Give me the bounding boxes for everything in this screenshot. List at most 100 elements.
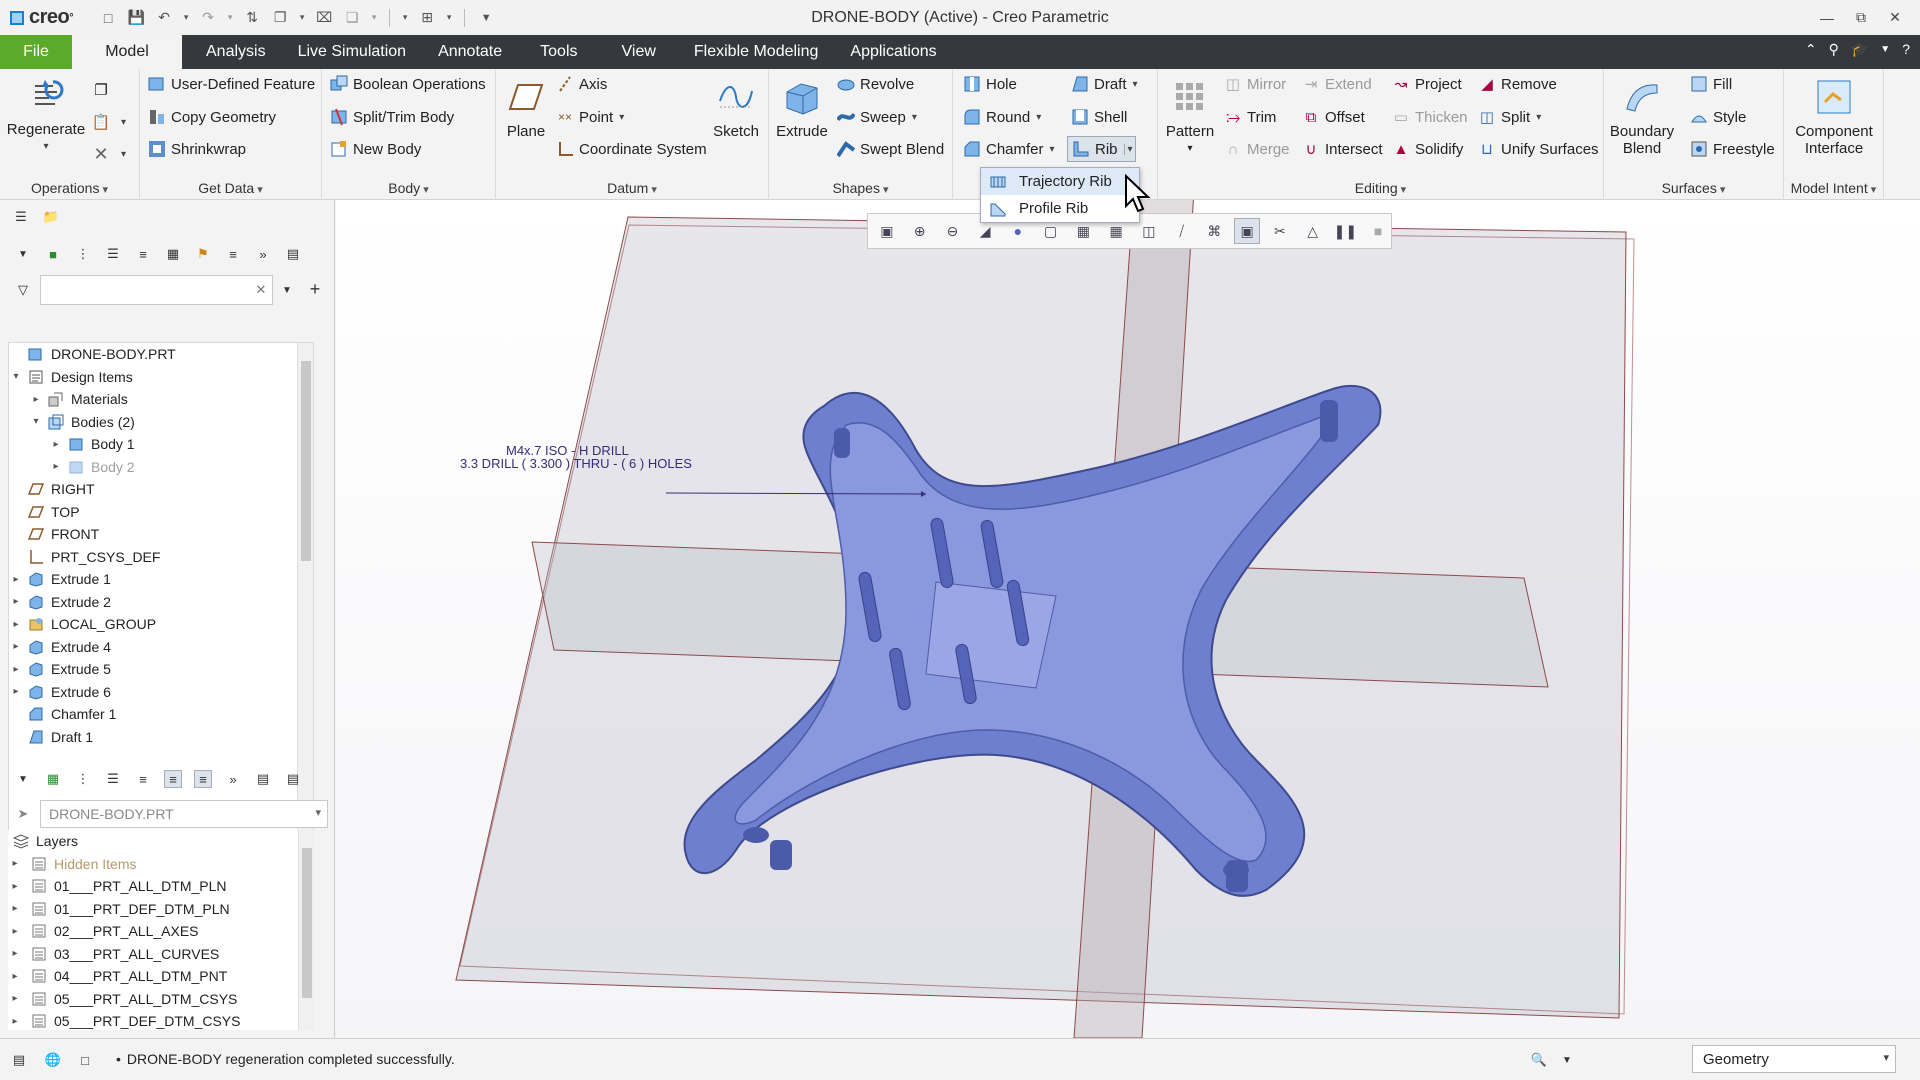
tree-item[interactable]: ▸ Extrude 6 (9, 681, 313, 704)
pause-icon[interactable]: ❚❚ (1333, 218, 1359, 244)
tab-analysis[interactable]: Analysis (182, 35, 282, 69)
copy-geometry-button[interactable]: Copy Geometry (148, 104, 276, 130)
datum-group-label[interactable]: Datum (496, 180, 768, 196)
layer-pane-icon[interactable]: ▤ (284, 770, 302, 788)
zoom-out-icon[interactable]: ⊖ (940, 218, 966, 244)
tree-item[interactable]: TOP (9, 501, 313, 524)
graphics-window[interactable]: M4x.7 ISO - H DRILL 3.3 DRILL ( 3.300 ) … (336, 200, 1920, 1038)
tree-item[interactable]: ▸ Extrude 1 (9, 568, 313, 591)
expand-arrow-icon[interactable]: ▸ (9, 664, 23, 675)
operations-group-label[interactable]: Operations (0, 180, 139, 196)
round-dropdown-icon[interactable]: ▾ (1036, 112, 1041, 123)
layer-show-icon[interactable]: ≡ (164, 770, 182, 788)
expand-arrow-icon[interactable]: ▸ (8, 948, 22, 959)
tree-item[interactable]: RIGHT (9, 478, 313, 501)
extrude-button[interactable]: Extrude (773, 77, 831, 140)
layer-item[interactable]: ▸ 03___PRT_ALL_CURVES (8, 943, 314, 966)
expand-arrow-icon[interactable]: ▸ (9, 574, 23, 585)
editing-group-label[interactable]: Editing (1158, 180, 1603, 196)
rib-button[interactable]: Rib ▾ (1067, 136, 1136, 162)
search-icon[interactable]: ⚲ (1829, 41, 1839, 58)
expand-arrow-icon[interactable]: ▸ (8, 881, 22, 892)
hole-annotation[interactable]: M4x.7 ISO - H DRILL 3.3 DRILL ( 3.300 ) … (460, 444, 692, 470)
restore-icon[interactable]: ⧉ (1844, 0, 1878, 35)
close-icon[interactable]: ✕ (1878, 0, 1912, 35)
collapse-all-icon[interactable]: ≡ (134, 245, 152, 263)
draft-button[interactable]: Draft ▾ (1071, 71, 1138, 97)
tab-file[interactable]: File (0, 35, 72, 69)
split-dropdown-icon[interactable]: ▾ (1536, 112, 1541, 123)
layer-item[interactable]: ▸ 05___PRT_DEF_DTM_CSYS (8, 1010, 314, 1030)
tab-model[interactable]: Model (72, 35, 182, 69)
search-options-icon[interactable]: ▼ (278, 281, 296, 299)
tree-item[interactable]: PRT_CSYS_DEF (9, 546, 313, 569)
model-tree-tab-icon[interactable]: ☰ (12, 208, 30, 226)
expand-arrow-icon[interactable]: ▸ (8, 858, 22, 869)
show-navigator-icon[interactable]: ▤ (10, 1051, 28, 1069)
shell-button[interactable]: Shell (1071, 104, 1127, 130)
trim-button[interactable]: ⧴ Trim (1224, 104, 1277, 130)
overflow-icon[interactable]: » (224, 770, 242, 788)
get-data-group-label[interactable]: Get Data (140, 180, 321, 196)
component-interface-button[interactable]: Component Interface (1788, 77, 1880, 157)
tab-flexible-modeling[interactable]: Flexible Modeling (678, 35, 835, 69)
tree-item[interactable]: Chamfer 1 (9, 703, 313, 726)
windows-dropdown-icon[interactable]: ▾ (297, 7, 307, 29)
full-screen-icon[interactable]: □ (76, 1051, 94, 1069)
tab-applications[interactable]: Applications (834, 35, 952, 69)
layer-hide-icon[interactable]: ≡ (194, 770, 212, 788)
clear-search-icon[interactable]: ✕ (252, 281, 270, 299)
solidify-button[interactable]: ▲ Solidify (1392, 136, 1464, 162)
revolve-button[interactable]: Revolve (837, 71, 914, 97)
model-viewport[interactable] (336, 200, 1920, 1038)
annotation-display-icon[interactable]: ⌘ (1202, 218, 1228, 244)
find-icon[interactable]: 🔍 (1530, 1051, 1548, 1069)
delete-icon[interactable]: ✕ ▾ (92, 141, 126, 167)
tab-live-simulation[interactable]: Live Simulation (282, 35, 423, 69)
expand-arrow-icon[interactable]: ▸ (9, 596, 23, 607)
scissors-icon[interactable]: ✂ (1267, 218, 1293, 244)
layer-props-icon[interactable]: ▤ (254, 770, 272, 788)
unify-surfaces-button[interactable]: ⊔ Unify Surfaces (1478, 136, 1598, 162)
switch-dropdown-icon[interactable]: ▾ (369, 7, 379, 29)
tree-item[interactable]: ▸ Materials (9, 388, 313, 411)
add-item-icon[interactable]: + (306, 279, 324, 299)
redo-dropdown-icon[interactable]: ▾ (225, 7, 235, 29)
freestyle-button[interactable]: Freestyle (1690, 136, 1775, 162)
extend-button[interactable]: ⇥ Extend (1302, 71, 1372, 97)
regenerate-small-icon[interactable]: ⇅ (241, 7, 263, 29)
trajectory-rib-menu-item[interactable]: Trajectory Rib (981, 168, 1139, 195)
pattern-dropdown-icon[interactable]: ▾ (1187, 140, 1192, 157)
help-icon[interactable]: ? (1902, 41, 1910, 58)
layers-root[interactable]: Layers (8, 830, 314, 853)
close-window-icon[interactable]: ⌧ (313, 7, 335, 29)
select-tool-icon[interactable]: ⊞ (416, 7, 438, 29)
tree-item[interactable]: ▸ LOCAL_GROUP (9, 613, 313, 636)
round-button[interactable]: Round ▾ (963, 104, 1041, 130)
coordinate-system-button[interactable]: Coordinate System (556, 136, 707, 162)
columns-icon[interactable]: ▦ (164, 245, 182, 263)
collapse-arrow-icon[interactable]: ▾ (29, 416, 43, 427)
expand-arrow-icon[interactable]: ▸ (8, 1016, 22, 1027)
tree-search-input[interactable] (40, 275, 273, 305)
tree-pane-icon[interactable]: ▤ (284, 245, 302, 263)
spin-center-icon[interactable]: ▣ (1234, 218, 1261, 244)
zoom-in-icon[interactable]: ⊕ (907, 218, 933, 244)
warning-display-icon[interactable]: △ (1300, 218, 1326, 244)
offset-button[interactable]: ⧉ Offset (1302, 104, 1365, 130)
filter-tree-icon[interactable]: ⚑ (194, 245, 212, 263)
more-commands-icon[interactable]: ▼ (475, 7, 497, 29)
expand-arrow-icon[interactable]: ▸ (8, 926, 22, 937)
collapse-ribbon-icon[interactable]: ⌃ (1805, 41, 1817, 58)
stop-icon[interactable]: ■ (1365, 218, 1391, 244)
paste-icon[interactable]: 📋 ▾ (92, 109, 126, 135)
find-dropdown-icon[interactable]: ▼ (1558, 1051, 1576, 1069)
body-group-label[interactable]: Body (322, 180, 495, 196)
expand-arrow-icon[interactable]: ▸ (9, 686, 23, 697)
expand-arrow-icon[interactable]: ▸ (29, 394, 43, 405)
tree-item[interactable]: DRONE-BODY.PRT (9, 343, 313, 366)
layer-stack-icon[interactable]: ▦ (44, 770, 62, 788)
tree-structure-icon[interactable]: ≡ (224, 245, 242, 263)
layer-item[interactable]: ▸ 01___PRT_ALL_DTM_PLN (8, 875, 314, 898)
mirror-button[interactable]: ◫ Mirror (1224, 71, 1286, 97)
